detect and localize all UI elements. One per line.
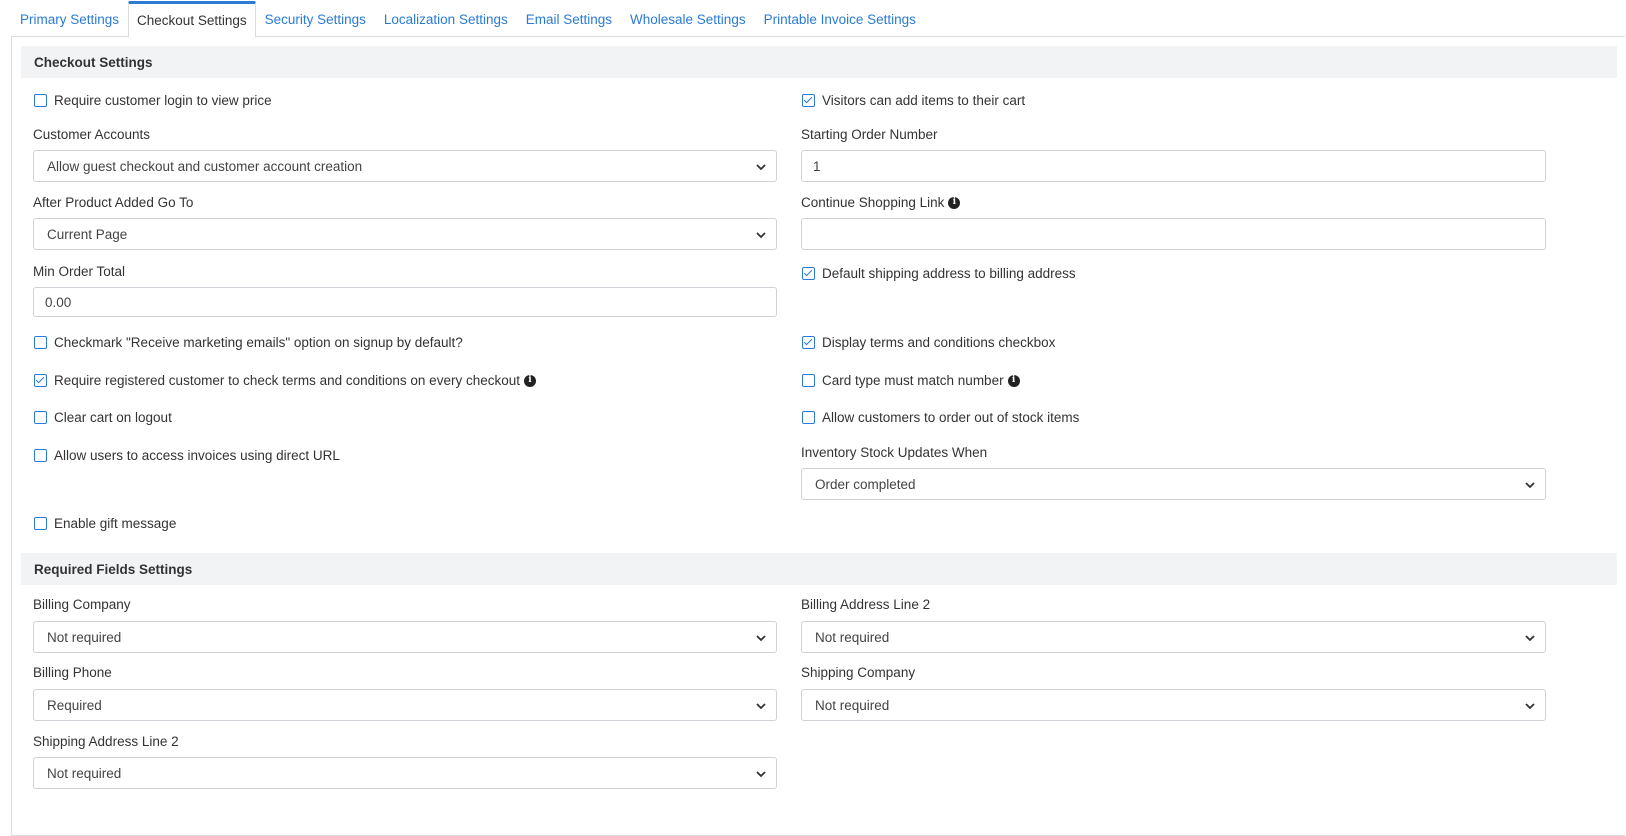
inventory-updates-label: Inventory Stock Updates When	[801, 445, 988, 460]
checkbox-label: Display terms and conditions checkbox	[822, 335, 1056, 350]
require-terms-every-checkbox[interactable]: Require registered customer to check ter…	[34, 373, 536, 388]
section-title: Required Fields Settings	[34, 561, 193, 577]
display-terms-checkbox[interactable]: Display terms and conditions checkbox	[802, 335, 1055, 350]
checkbox-checked-icon[interactable]	[802, 267, 815, 280]
checkbox-label: Card type must match number	[822, 373, 1004, 388]
checkbox-checked-icon[interactable]	[34, 374, 47, 387]
checkbox-icon[interactable]	[802, 374, 815, 387]
tab-email-settings[interactable]: Email Settings	[517, 2, 621, 37]
checkbox-label: Visitors can add items to their cart	[822, 93, 1026, 108]
select-value: Allow guest checkout and customer accoun…	[47, 158, 363, 174]
chevron-down-icon	[756, 635, 766, 642]
input-value: 1	[813, 158, 821, 174]
checkout-settings-header: Checkout Settings	[21, 46, 1617, 78]
shipping-address-2-label: Shipping Address Line 2	[33, 734, 179, 749]
tab-wholesale-settings[interactable]: Wholesale Settings	[621, 2, 755, 37]
min-order-total-label: Min Order Total	[33, 264, 126, 279]
tab-localization-settings[interactable]: Localization Settings	[375, 2, 517, 37]
continue-shopping-link-label-row: Continue Shopping Link i	[801, 195, 961, 210]
chevron-down-icon	[756, 232, 766, 239]
checkbox-icon[interactable]	[34, 411, 47, 424]
input-value: 0.00	[45, 294, 72, 310]
select-value: Not required	[47, 765, 122, 781]
select-value: Required	[47, 697, 102, 713]
card-type-match-checkbox[interactable]: Card type must match number i	[802, 373, 1020, 388]
clear-cart-logout-checkbox[interactable]: Clear cart on logout	[34, 410, 172, 425]
billing-company-label: Billing Company	[33, 597, 131, 612]
gift-message-checkbox[interactable]: Enable gift message	[34, 516, 176, 531]
tab-printable-invoice-settings[interactable]: Printable Invoice Settings	[755, 2, 925, 37]
checkbox-label: Default shipping address to billing addr…	[822, 266, 1076, 281]
select-value: Current Page	[47, 226, 128, 242]
default-shipping-billing-checkbox[interactable]: Default shipping address to billing addr…	[802, 266, 1076, 281]
select-value: Not required	[47, 629, 122, 645]
shipping-company-select[interactable]: Not required	[801, 689, 1546, 721]
select-value: Not required	[815, 629, 890, 645]
tab-primary-settings[interactable]: Primary Settings	[11, 2, 128, 37]
chevron-down-icon	[756, 771, 766, 778]
marketing-emails-checkbox[interactable]: Checkmark "Receive marketing emails" opt…	[34, 335, 463, 350]
select-value: Not required	[815, 697, 890, 713]
select-value: Order completed	[815, 476, 916, 492]
continue-shopping-link-input[interactable]	[801, 218, 1546, 250]
info-icon[interactable]: i	[1007, 374, 1020, 387]
customer-accounts-label: Customer Accounts	[33, 127, 151, 142]
chevron-down-icon	[1525, 635, 1535, 642]
checkbox-label: Enable gift message	[54, 516, 177, 531]
checkbox-icon[interactable]	[34, 517, 47, 530]
visitors-add-cart-checkbox[interactable]: Visitors can add items to their cart	[802, 93, 1025, 108]
checkbox-checked-icon[interactable]	[802, 94, 815, 107]
chevron-down-icon	[756, 703, 766, 710]
after-product-added-select[interactable]: Current Page	[33, 218, 777, 250]
inventory-updates-select[interactable]: Order completed	[801, 468, 1546, 500]
tab-checkout-settings[interactable]: Checkout Settings	[128, 1, 256, 38]
chevron-down-icon	[1525, 482, 1535, 489]
checkbox-icon[interactable]	[802, 411, 815, 424]
billing-address-2-select[interactable]: Not required	[801, 621, 1546, 653]
shipping-company-label: Shipping Company	[801, 665, 916, 680]
tab-security-settings[interactable]: Security Settings	[256, 2, 375, 37]
min-order-total-input[interactable]: 0.00	[33, 287, 777, 317]
checkbox-checked-icon[interactable]	[802, 336, 815, 349]
checkbox-label: Checkmark "Receive marketing emails" opt…	[54, 335, 463, 350]
after-product-added-label: After Product Added Go To	[33, 195, 194, 210]
checkbox-label: Allow customers to order out of stock it…	[822, 410, 1080, 425]
billing-phone-label: Billing Phone	[33, 665, 112, 680]
billing-phone-select[interactable]: Required	[33, 689, 777, 721]
settings-panel: Checkout Settings Require customer login…	[11, 36, 1625, 836]
chevron-down-icon	[1525, 703, 1535, 710]
invoices-direct-url-checkbox[interactable]: Allow users to access invoices using dir…	[34, 448, 340, 463]
checkbox-icon[interactable]	[34, 449, 47, 462]
settings-tabs: Primary Settings Checkout Settings Secur…	[11, 0, 1626, 38]
info-icon[interactable]: i	[948, 196, 961, 209]
checkbox-icon[interactable]	[34, 336, 47, 349]
checkbox-icon[interactable]	[34, 94, 47, 107]
checkbox-label: Clear cart on logout	[54, 410, 172, 425]
billing-address-2-label: Billing Address Line 2	[801, 597, 931, 612]
shipping-address-2-select[interactable]: Not required	[33, 757, 777, 789]
starting-order-number-label: Starting Order Number	[801, 127, 938, 142]
require-login-price-checkbox[interactable]: Require customer login to view price	[34, 93, 272, 108]
checkbox-label: Require registered customer to check ter…	[54, 373, 520, 388]
required-fields-header: Required Fields Settings	[21, 553, 1617, 585]
checkbox-label: Require customer login to view price	[54, 93, 272, 108]
checkbox-label: Allow users to access invoices using dir…	[54, 448, 340, 463]
customer-accounts-select[interactable]: Allow guest checkout and customer accoun…	[33, 150, 777, 182]
starting-order-number-input[interactable]: 1	[801, 150, 1546, 182]
out-of-stock-checkbox[interactable]: Allow customers to order out of stock it…	[802, 410, 1079, 425]
continue-shopping-link-label: Continue Shopping Link	[801, 195, 945, 210]
info-icon[interactable]: i	[523, 374, 536, 387]
section-title: Checkout Settings	[34, 54, 153, 70]
chevron-down-icon	[756, 164, 766, 171]
billing-company-select[interactable]: Not required	[33, 621, 777, 653]
